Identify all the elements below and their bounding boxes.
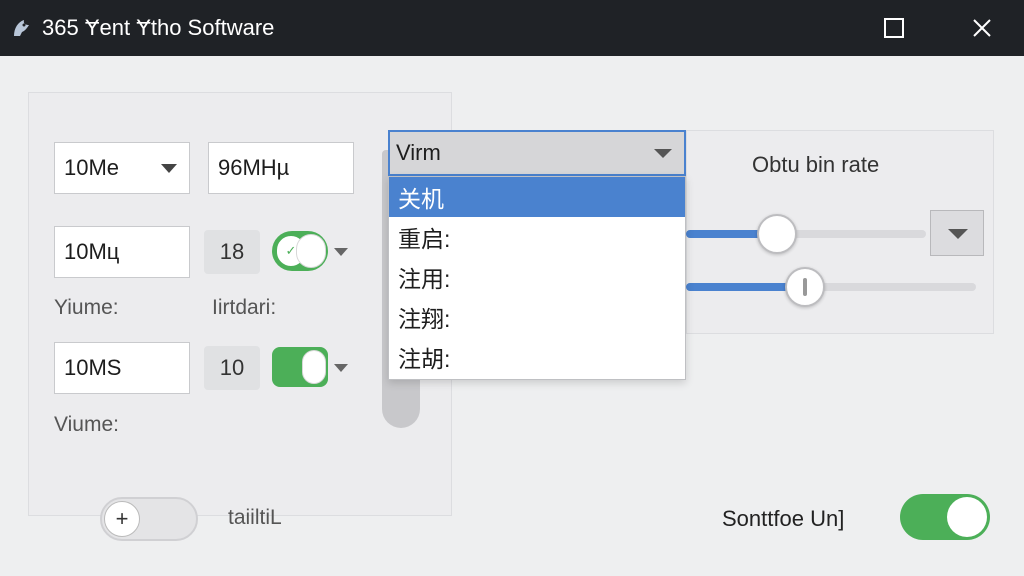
grip-icon [802,278,807,296]
enable-toggle[interactable] [900,494,990,540]
add-toggle[interactable]: + [100,497,198,541]
maximize-button[interactable] [874,8,914,48]
chevron-down-icon [654,149,672,158]
dropdown-option[interactable]: 注用: [389,257,685,297]
volume-input-2[interactable]: 10MS [54,342,190,394]
dropdown-option[interactable]: 重启: [389,217,685,257]
frequency-select[interactable]: 10Me [54,142,190,194]
toggle-knob [302,350,326,384]
frequency-input-value: 96MHµ [218,155,290,180]
dropdown-option[interactable]: 注翔: [389,297,685,337]
mode-dropdown-value: Virm [396,140,441,165]
enable-toggle-label: Sonttfoe Un] [722,506,845,531]
slider-knob[interactable] [757,214,798,254]
slider-knob[interactable] [784,267,825,307]
toggle-switch-2[interactable] [272,347,328,387]
frequency-input[interactable]: 96MHµ [208,142,354,194]
dropdown-option[interactable]: 关机​ [389,177,685,217]
close-button[interactable] [962,8,1002,48]
bitrate-slider[interactable] [686,230,926,238]
interdari-label: Iirtdari: [212,296,277,319]
volume-input-1[interactable]: 10Mц [54,226,190,278]
dropdown-menu: 关机​ 重启: 注用: 注翔: 注胡: [388,176,686,380]
count-badge-1: 18 [204,230,260,274]
toggle-knob [296,234,326,268]
frequency-select-value: 10Me [64,155,120,180]
chevron-down-icon [161,164,177,173]
toggle-switch-1[interactable]: ✓ [272,231,328,271]
toggle-knob [947,497,987,537]
dropdown-option[interactable]: 注胡: [389,337,685,377]
volume-label-1: Yiume: [54,296,119,319]
caret-down-icon[interactable] [334,364,348,372]
window-title: 365 Ɏent Ɏtho Software [42,15,275,40]
maximize-icon [884,18,904,38]
quality-slider[interactable] [686,283,976,291]
caret-down-icon[interactable] [334,248,348,256]
add-toggle-label: taiiltiL [228,506,282,529]
title-bar: 365 Ɏent Ɏtho Software [0,0,1024,56]
app-logo-icon [14,20,29,36]
volume-input-2-value: 10MS [64,355,122,380]
bitrate-label: Obtu bin rate [752,152,880,177]
volume-label-2: Viume: [54,413,119,436]
count-badge-2: 10 [204,346,260,390]
plus-icon: + [104,501,140,537]
mode-dropdown[interactable]: Virm [388,130,686,176]
bitrate-dropdown[interactable] [930,210,984,256]
close-icon [973,19,991,37]
volume-input-1-value: 10Mц [64,239,120,264]
chevron-down-icon [948,229,968,239]
